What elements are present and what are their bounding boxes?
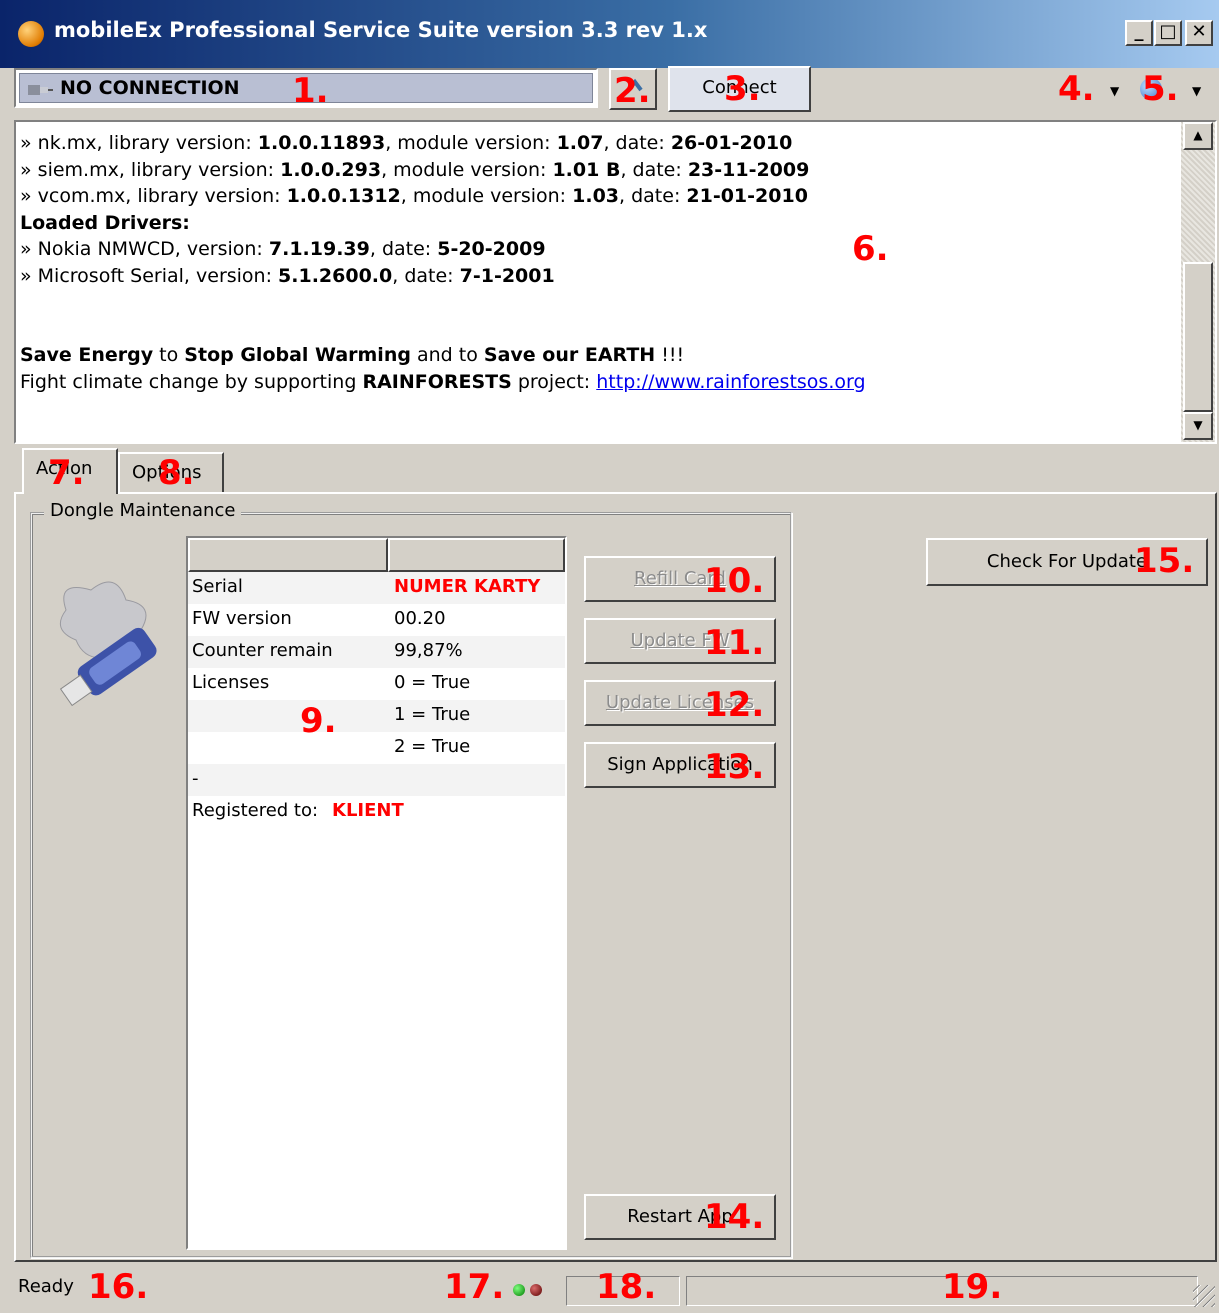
resize-grip-icon[interactable] xyxy=(1193,1285,1215,1307)
list-column-header[interactable] xyxy=(188,538,388,572)
led-green-icon xyxy=(513,1284,525,1296)
annotation-marker: 9. xyxy=(300,701,337,741)
annotation-marker: 19. xyxy=(942,1267,1003,1307)
close-button[interactable]: ✕ xyxy=(1185,20,1213,46)
minimize-button[interactable]: _ xyxy=(1125,20,1153,46)
chevron-down-icon: ▼ xyxy=(1192,84,1202,98)
rainforest-line: Fight climate change by supporting RAINF… xyxy=(20,370,866,393)
annotation-marker: 15. xyxy=(1134,541,1195,581)
annotation-marker: 12. xyxy=(704,685,765,725)
scroll-down-button[interactable]: ▼ xyxy=(1183,412,1213,440)
chevron-down-icon: ▼ xyxy=(1110,84,1120,98)
annotation-marker: 6. xyxy=(852,229,889,269)
list-item: FW version 00.20 xyxy=(192,608,446,629)
list-item: Licenses 0 = True xyxy=(192,672,471,693)
log-line: » nk.mx, library version: 1.0.0.11893, m… xyxy=(20,132,793,154)
annotation-marker: 13. xyxy=(704,747,765,787)
annotation-marker: 14. xyxy=(704,1197,765,1237)
annotation-marker: 10. xyxy=(704,561,765,601)
annotation-marker: 1. xyxy=(292,71,329,111)
annotation-marker: 3. xyxy=(724,69,761,109)
annotation-marker: 4. xyxy=(1058,69,1095,109)
annotation-marker: 5. xyxy=(1142,69,1179,109)
drivers-heading: Loaded Drivers: xyxy=(20,211,190,234)
list-item: Serial NUMER KARTY xyxy=(188,572,565,604)
list-item: Counter remain 99,87% xyxy=(188,636,565,668)
scroll-up-button[interactable]: ▲ xyxy=(1183,122,1213,150)
scroll-thumb[interactable] xyxy=(1183,262,1213,412)
list-item: - xyxy=(188,764,565,796)
annotation-marker: 11. xyxy=(704,623,765,663)
dongle-info-list[interactable]: Serial NUMER KARTY FW version 00.20 Counte… xyxy=(186,536,567,1250)
log-line: » vcom.mx, library version: 1.0.0.1312, … xyxy=(20,185,808,207)
driver-line: » Microsoft Serial, version: 5.1.2600.0,… xyxy=(20,264,555,287)
driver-line: » Nokia NMWCD, version: 7.1.19.39, date:… xyxy=(20,238,546,260)
slogan-line: Save Energy to Stop Global Warming and t… xyxy=(20,344,685,366)
usb-dongle-icon xyxy=(59,581,157,707)
log-output[interactable]: » nk.mx, library version: 1.0.0.11893, m… xyxy=(14,120,1217,444)
log-scrollbar[interactable]: ▲ ▼ xyxy=(1181,122,1215,442)
annotation-marker: 7. xyxy=(48,453,85,493)
log-line: » siem.mx, library version: 1.0.0.293, m… xyxy=(20,158,810,181)
maximize-button[interactable]: □ xyxy=(1154,20,1182,46)
annotation-marker: 17. xyxy=(444,1267,505,1307)
list-item: 1 = True xyxy=(188,700,565,732)
list-column-header[interactable] xyxy=(388,538,565,572)
list-item: Registered to: KLIENT xyxy=(192,800,404,821)
plug-icon xyxy=(28,85,53,95)
window-title: mobileEx Professional Service Suite vers… xyxy=(54,18,708,42)
rainforest-link[interactable]: http://www.rainforestsos.org xyxy=(596,371,865,393)
list-item: 2 = True xyxy=(394,736,471,757)
annotation-marker: 18. xyxy=(596,1267,657,1307)
title-bar: mobileEx Professional Service Suite vers… xyxy=(0,0,1219,68)
serial-value: NUMER KARTY xyxy=(394,576,541,597)
status-text: Ready xyxy=(18,1276,74,1297)
registered-to-value: KLIENT xyxy=(332,800,404,821)
app-logo-icon xyxy=(18,21,44,47)
connection-status-text: NO CONNECTION xyxy=(60,77,240,99)
annotation-marker: 2. xyxy=(614,71,651,111)
led-red-icon xyxy=(530,1284,542,1296)
group-title: Dongle Maintenance xyxy=(44,500,242,521)
annotation-marker: 8. xyxy=(158,453,195,493)
annotation-marker: 16. xyxy=(88,1267,149,1307)
